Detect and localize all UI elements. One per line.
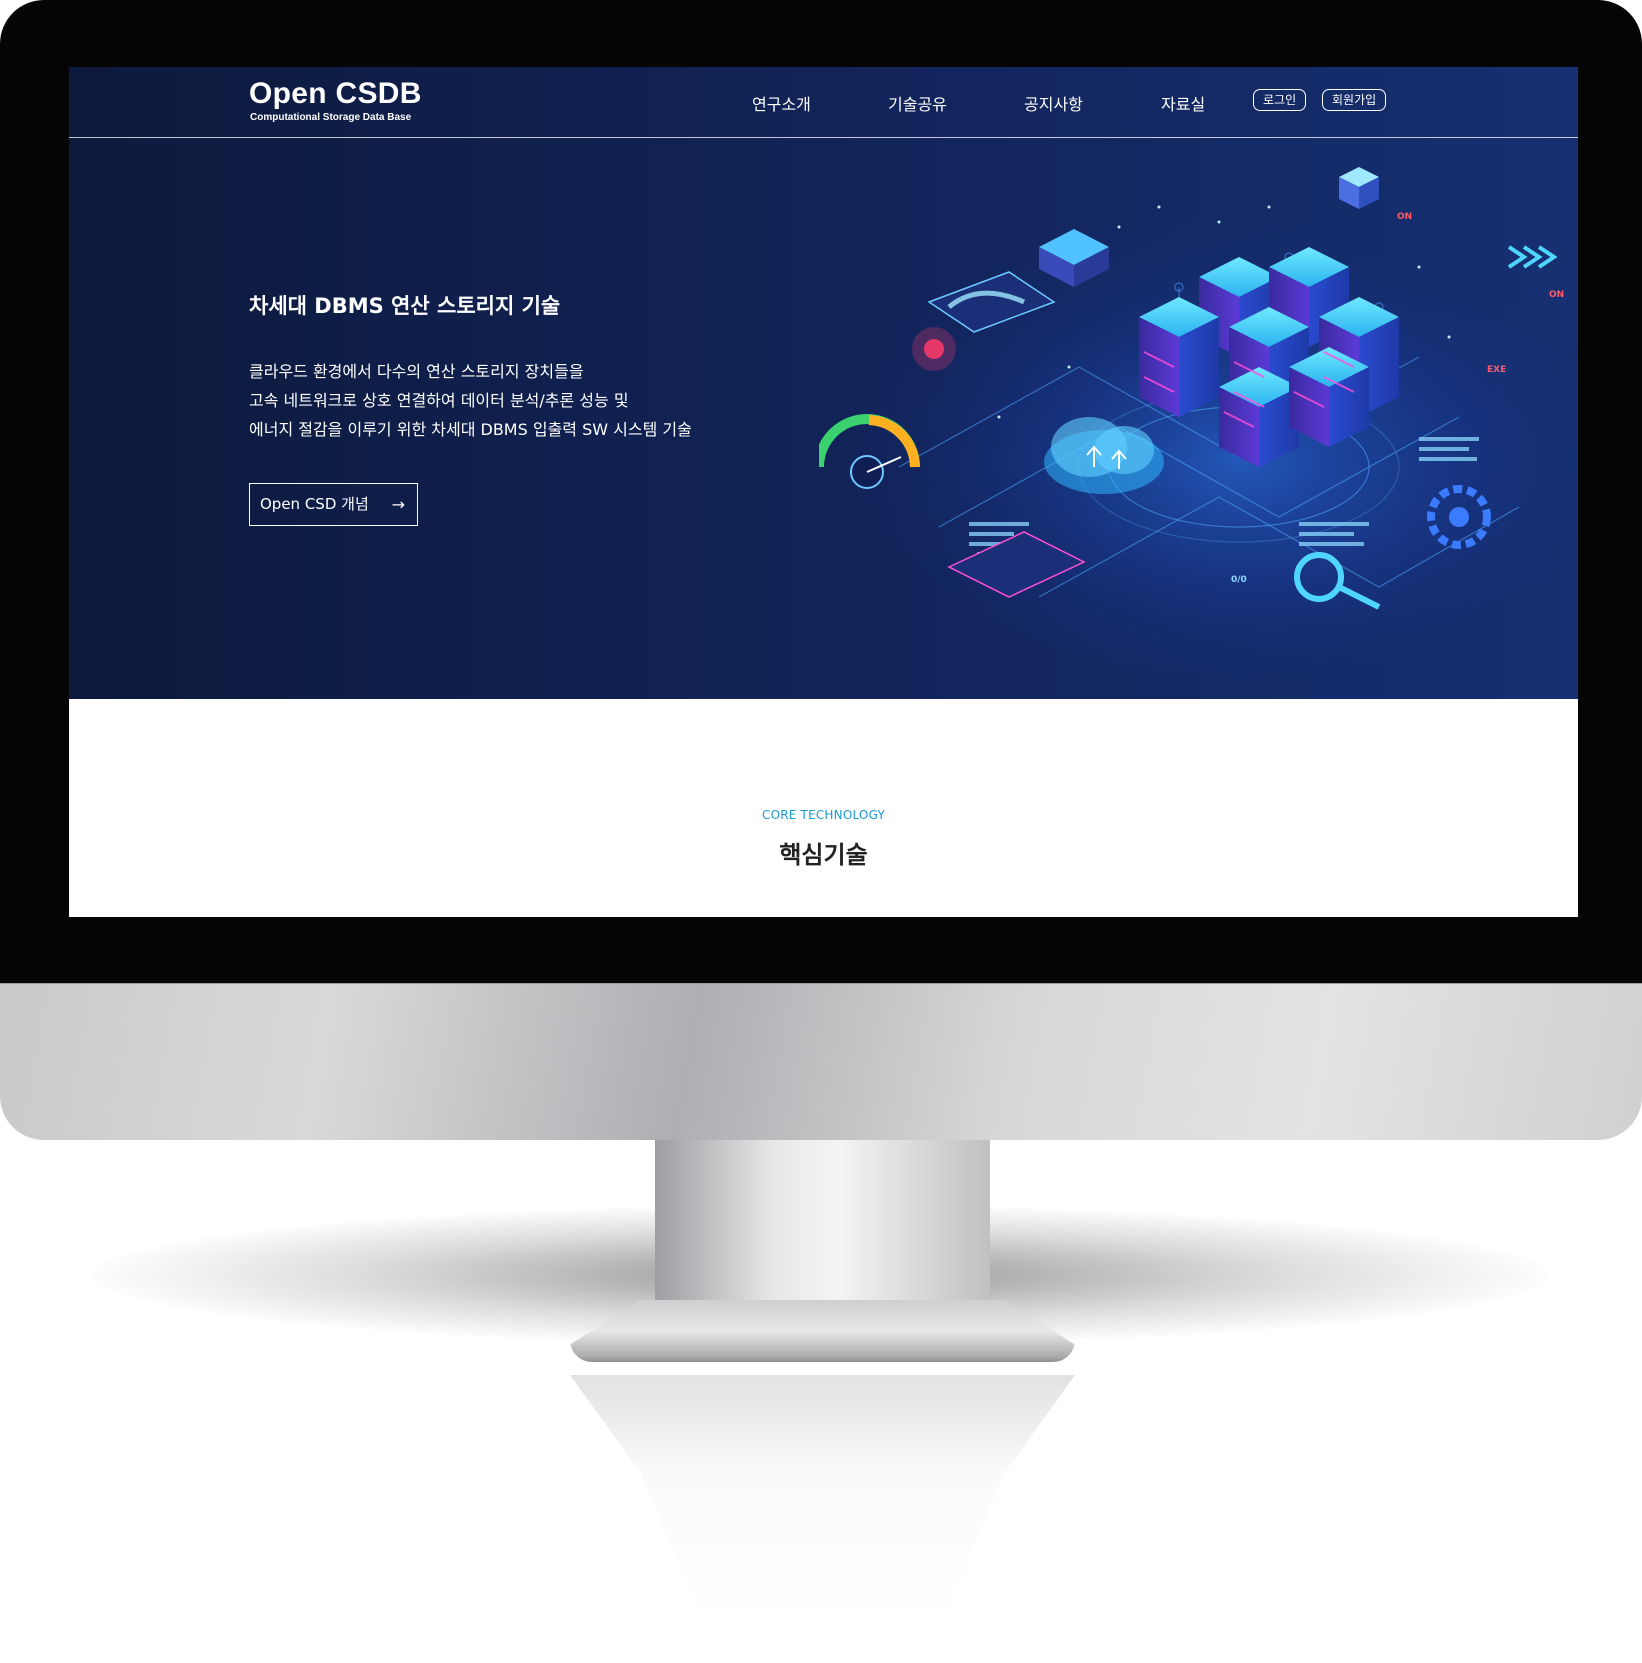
login-button[interactable]: 로그인	[1253, 89, 1307, 111]
monitor-chin	[0, 983, 1642, 1140]
nav-item-archive[interactable]: 자료실	[1161, 91, 1205, 115]
nav-item-notices[interactable]: 공지사항	[1024, 91, 1083, 115]
section-title: 핵심기술	[779, 841, 868, 869]
section-eyebrow: CORE TECHNOLOGY	[761, 808, 886, 822]
cta-label: Open CSD 개념	[260, 495, 369, 513]
hero-description-line: 에너지 절감을 이루기 위한 차세대 DBMS 입출력 SW 시스템 기술	[249, 420, 692, 439]
site-header: Open CSDB Computational Storage Data Bas…	[69, 67, 1578, 138]
exe-badge-label: EXE	[1487, 365, 1506, 375]
hero-description: 클라우드 환경에서 다수의 연산 스토리지 장치들을 고속 네트워크로 상호 연…	[249, 357, 809, 444]
monitor-stand-neck	[655, 1140, 990, 1315]
nav-item-tech-sharing[interactable]: 기술공유	[888, 91, 947, 115]
arrow-right-icon: →	[391, 495, 405, 514]
stand-reflection	[570, 1375, 1075, 1620]
hero-description-line: 클라우드 환경에서 다수의 연산 스토리지 장치들을	[249, 362, 584, 381]
nav-item-research-intro[interactable]: 연구소개	[752, 91, 811, 115]
datacenter-illustration: ON ON EXE 0/0	[819, 167, 1578, 677]
website-screen: ON ON EXE 0/0 Open CSDB Computational St…	[69, 67, 1578, 917]
on-badge-label-2: ON	[1549, 290, 1564, 300]
hero-title: 차세대 DBMS 연산 스토리지 기술	[249, 294, 561, 318]
signup-button[interactable]: 회원가입	[1322, 89, 1387, 111]
logo-title[interactable]: Open CSDB	[249, 77, 422, 111]
hero-description-line: 고속 네트워크로 상호 연결하여 데이터 분석/추론 성능 및	[249, 391, 629, 410]
logo-subtitle: Computational Storage Data Base	[250, 112, 412, 123]
code-tag-label: 0/0	[1231, 575, 1247, 585]
monitor-stand-base	[570, 1300, 1075, 1362]
open-csd-concept-button[interactable]: Open CSD 개념 →	[249, 483, 418, 526]
hero-section: ON ON EXE 0/0 Open CSDB Computational St…	[69, 67, 1578, 699]
on-badge-label: ON	[1397, 212, 1412, 222]
